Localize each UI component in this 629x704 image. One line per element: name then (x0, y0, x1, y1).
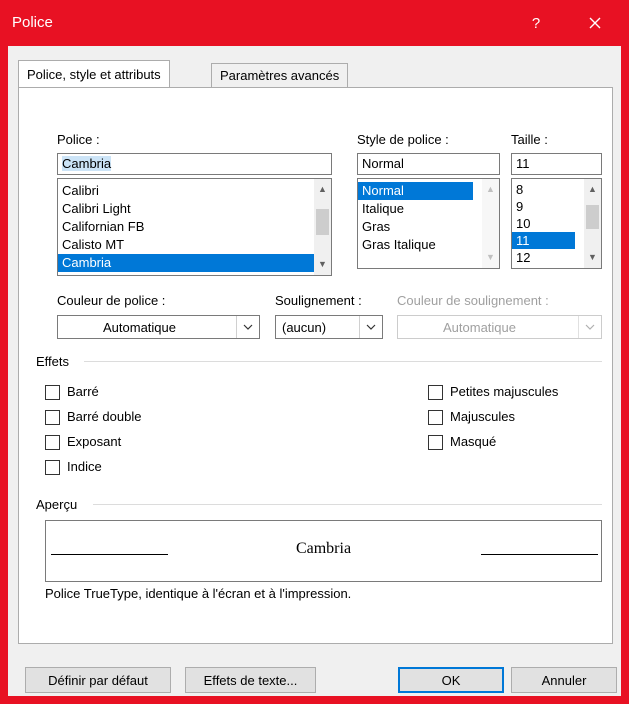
size-list-item-selected[interactable]: 11 (512, 232, 575, 249)
chevron-down-icon[interactable] (578, 316, 601, 338)
all-caps-label: Majuscules (450, 409, 516, 424)
all-caps-checkbox[interactable] (428, 410, 443, 425)
style-list-item[interactable]: Gras Italique (358, 236, 499, 254)
scroll-up-icon[interactable]: ▲ (584, 181, 601, 198)
style-input-value: Normal (362, 156, 404, 171)
style-list-item[interactable]: Italique (358, 200, 499, 218)
preview-line-right (481, 554, 598, 555)
scroll-down-icon[interactable]: ▼ (482, 249, 499, 266)
font-color-dropdown[interactable]: Automatique (57, 315, 260, 339)
ok-button[interactable]: OK (398, 667, 504, 693)
tab-advanced[interactable]: Paramètres avancés (211, 63, 349, 88)
underline-value: (aucun) (282, 320, 327, 335)
small-caps-label: Petites majuscules (450, 384, 559, 399)
size-list[interactable]: 8 9 10 11 12 ▲ ▼ (511, 178, 602, 269)
style-list-scrollbar[interactable]: ▲ ▼ (482, 179, 499, 268)
chevron-down-icon[interactable] (236, 316, 259, 338)
tab-font[interactable]: Police, style et attributs (18, 60, 170, 88)
text-effects-button[interactable]: Effets de texte... (185, 667, 316, 693)
cancel-label: Annuler (541, 672, 587, 688)
underline-color-dropdown[interactable]: Automatique (397, 315, 602, 339)
font-list-item[interactable]: Calibri Light (58, 200, 331, 218)
hidden-label: Masqué (450, 434, 497, 449)
font-dialog: Police ? Police, style et attributs Para… (0, 0, 629, 704)
superscript-checkbox[interactable] (45, 435, 60, 450)
window-border-bottom (0, 696, 629, 704)
scroll-up-icon[interactable]: ▲ (482, 181, 499, 198)
underline-label: Soulignement : (275, 293, 362, 308)
style-list-item-selected[interactable]: Normal (358, 182, 473, 200)
preview-text: Cambria (295, 540, 352, 557)
style-list[interactable]: Normal Italique Gras Gras Italique ▲ ▼ (357, 178, 500, 269)
scroll-down-icon[interactable]: ▼ (584, 249, 601, 266)
tab-advanced-label: Paramètres avancés (220, 68, 340, 83)
close-button[interactable] (572, 0, 618, 46)
scroll-up-icon[interactable]: ▲ (314, 181, 331, 198)
font-color-label: Couleur de police : (57, 293, 166, 308)
help-button[interactable]: ? (513, 0, 559, 46)
small-caps-checkbox[interactable] (428, 385, 443, 400)
style-input[interactable]: Normal (357, 153, 500, 175)
window-border-left (0, 46, 8, 704)
set-default-button[interactable]: Définir par défaut (25, 667, 171, 693)
double-strikethrough-checkbox[interactable] (45, 410, 60, 425)
preview-description: Police TrueType, identique à l'écran et … (45, 586, 352, 601)
underline-dropdown[interactable]: (aucun) (275, 315, 383, 339)
effects-label: Effets (36, 354, 70, 369)
font-list-item-selected[interactable]: Cambria (58, 254, 314, 272)
subscript-checkbox[interactable] (45, 460, 60, 475)
font-list-scrollbar[interactable]: ▲ ▼ (314, 179, 331, 275)
font-list-item[interactable]: Calisto MT (58, 236, 331, 254)
font-list[interactable]: Calibri Calibri Light Californian FB Cal… (57, 178, 332, 276)
dialog-title: Police (12, 14, 53, 31)
style-list-item[interactable]: Gras (358, 218, 499, 236)
scroll-thumb[interactable] (586, 205, 599, 229)
preview-divider (93, 504, 602, 505)
preview-label: Aperçu (36, 497, 78, 512)
text-effects-label: Effets de texte... (203, 672, 298, 688)
font-input[interactable]: Cambria (57, 153, 332, 175)
style-label: Style de police : (357, 132, 449, 147)
ok-label: OK (441, 672, 461, 688)
font-list-item[interactable]: Calibri (58, 182, 331, 200)
scroll-thumb[interactable] (316, 209, 329, 235)
subscript-label: Indice (67, 459, 102, 474)
superscript-label: Exposant (67, 434, 122, 449)
close-icon (589, 17, 601, 29)
size-list-scrollbar[interactable]: ▲ ▼ (584, 179, 601, 268)
hidden-checkbox[interactable] (428, 435, 443, 450)
scroll-down-icon[interactable]: ▼ (314, 256, 331, 273)
font-list-item[interactable]: Californian FB (58, 218, 331, 236)
font-color-value: Automatique (103, 320, 176, 335)
effects-divider (84, 361, 602, 362)
tab-font-label: Police, style et attributs (27, 67, 161, 82)
font-label: Police : (57, 132, 100, 147)
size-input[interactable]: 11 (511, 153, 602, 175)
size-input-value: 11 (516, 156, 530, 171)
strikethrough-checkbox[interactable] (45, 385, 60, 400)
underline-color-value: Automatique (443, 320, 516, 335)
double-strikethrough-label: Barré double (67, 409, 142, 424)
preview-box: Cambria (45, 520, 602, 582)
window-border-right (621, 46, 629, 704)
set-default-label: Définir par défaut (48, 672, 148, 688)
title-bar: Police ? (0, 0, 629, 46)
cancel-button[interactable]: Annuler (511, 667, 617, 693)
font-input-value: Cambria (62, 156, 112, 171)
size-label: Taille : (511, 132, 548, 147)
strikethrough-label: Barré (67, 384, 99, 399)
chevron-down-icon[interactable] (359, 316, 382, 338)
underline-color-label: Couleur de soulignement : (397, 293, 549, 308)
